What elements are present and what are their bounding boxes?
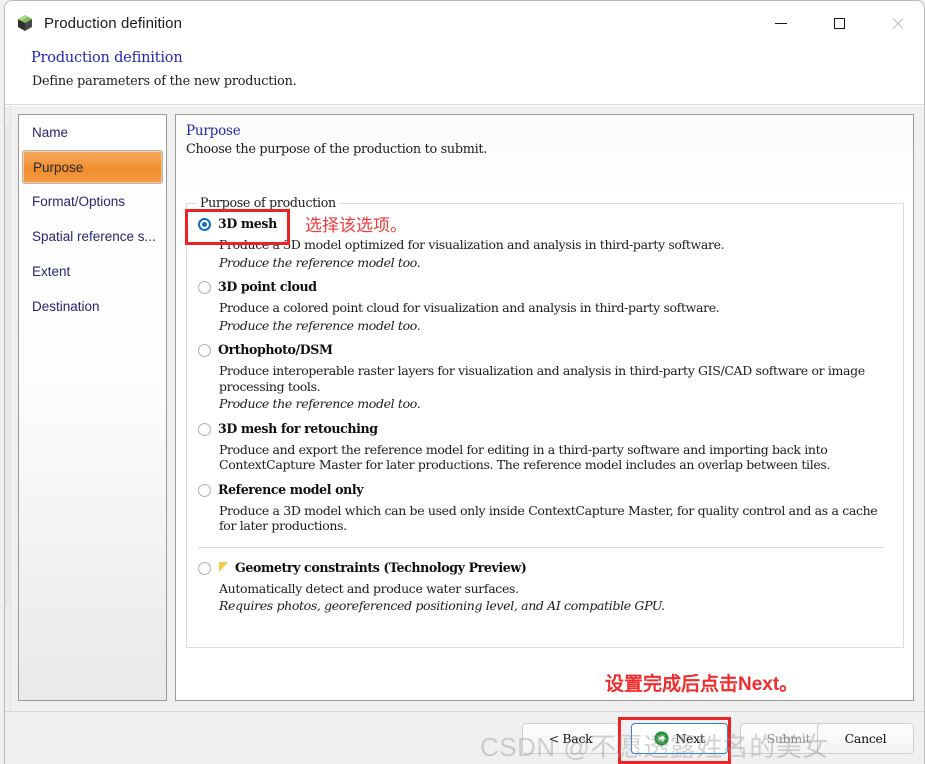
cancel-button-label: Cancel xyxy=(844,731,887,746)
flag-icon xyxy=(218,561,229,573)
option-header[interactable]: Reference model only xyxy=(198,482,894,500)
option-3d-mesh[interactable]: 3D mesh Produce a 3D model optimized for… xyxy=(198,216,894,270)
sidebar-item-label: Extent xyxy=(32,264,71,279)
cube-icon xyxy=(15,13,35,33)
group-legend: Purpose of production xyxy=(197,195,339,210)
option-header[interactable]: 3D point cloud xyxy=(198,279,894,297)
option-description: Produce a colored point cloud for visual… xyxy=(219,300,720,315)
arrow-right-icon xyxy=(654,731,669,746)
submit-button-label: Submit xyxy=(766,731,811,746)
option-description: Produce interoperable raster layers for … xyxy=(219,363,865,394)
window-title: Production definition xyxy=(44,14,183,32)
sidebar-item-format-options[interactable]: Format/Options xyxy=(19,184,166,219)
option-note: Produce the reference model too. xyxy=(219,254,421,270)
sidebar-item-label: Purpose xyxy=(33,159,84,175)
purpose-of-production-group: Purpose of production 3D mesh Produce a … xyxy=(186,195,904,648)
wizard-header: Production definition Define parameters … xyxy=(5,45,924,105)
minimize-button[interactable] xyxy=(752,1,810,45)
option-label: 3D mesh xyxy=(218,216,277,231)
option-3d-point-cloud[interactable]: 3D point cloud Produce a colored point c… xyxy=(198,279,894,333)
option-note: Produce the reference model too. xyxy=(219,317,421,333)
radio-geometry-constraints[interactable] xyxy=(198,561,211,575)
sidebar-item-destination[interactable]: Destination xyxy=(19,289,166,324)
option-description: Produce and export the reference model f… xyxy=(219,441,831,473)
sidebar-item-extent[interactable]: Extent xyxy=(19,254,166,289)
sidebar-item-name[interactable]: Name xyxy=(19,115,166,150)
maximize-button[interactable] xyxy=(810,1,868,45)
option-label: Geometry constraints (Technology Preview… xyxy=(235,559,527,575)
left-scroll-rail[interactable] xyxy=(5,106,11,711)
back-button[interactable]: < Back xyxy=(522,723,619,754)
option-label: Orthophoto/DSM xyxy=(218,342,333,357)
back-button-label: < Back xyxy=(548,731,593,746)
option-description: Produce a 3D model optimized for visuali… xyxy=(219,237,725,252)
panel-subtitle: Choose the purpose of the production to … xyxy=(186,142,487,157)
option-orthophoto-dsm[interactable]: Orthophoto/DSM Produce interoperable ras… xyxy=(198,342,894,412)
wizard-footer: < Back Next Submit Cancel xyxy=(5,711,924,764)
cancel-button[interactable]: Cancel xyxy=(817,723,914,754)
radio-3d-mesh[interactable] xyxy=(198,218,211,231)
screenshot-root: Production definition Production definit… xyxy=(0,0,925,764)
option-header[interactable]: Geometry constraints (Technology Preview… xyxy=(198,560,894,578)
option-header[interactable]: Orthophoto/DSM xyxy=(198,342,894,360)
option-header[interactable]: 3D mesh xyxy=(198,216,894,234)
sidebar-item-spatial-reference-system[interactable]: Spatial reference s... xyxy=(19,219,166,254)
wizard-header-title: Production definition xyxy=(31,50,183,66)
close-icon xyxy=(891,17,904,30)
option-label: 3D mesh for retouching xyxy=(218,420,378,436)
radio-3d-mesh-for-retouching[interactable] xyxy=(198,422,211,436)
maximize-icon xyxy=(833,17,845,29)
next-button[interactable]: Next xyxy=(631,723,728,754)
sidebar-item-label: Spatial reference s... xyxy=(32,229,156,244)
option-description: Produce a 3D model which can be used onl… xyxy=(219,502,878,534)
sidebar-item-label: Format/Options xyxy=(32,194,126,209)
option-separator xyxy=(198,546,884,548)
option-label: 3D point cloud xyxy=(218,279,317,294)
option-geometry-constraints[interactable]: Geometry constraints (Technology Preview… xyxy=(198,560,894,614)
purpose-radio-group: 3D mesh Produce a 3D model optimized for… xyxy=(198,216,894,614)
wizard-body: Name Purpose Format/Options Spatial refe… xyxy=(5,106,924,711)
option-note: Produce the reference model too. xyxy=(219,396,421,411)
option-label: Reference model only xyxy=(218,481,364,497)
option-note: Requires photos, georeferenced positioni… xyxy=(219,598,665,613)
option-reference-model-only[interactable]: Reference model only Produce a 3D model … xyxy=(198,482,894,534)
radio-reference-model-only[interactable] xyxy=(198,483,211,497)
option-description: Automatically detect and produce water s… xyxy=(219,580,519,596)
minimize-icon xyxy=(775,22,787,24)
next-button-label: Next xyxy=(675,731,705,746)
purpose-panel: Purpose Choose the purpose of the produc… xyxy=(175,114,914,701)
title-bar: Production definition xyxy=(5,1,924,45)
wizard-header-subtitle: Define parameters of the new production. xyxy=(32,74,297,89)
window-controls xyxy=(752,1,924,45)
wizard-step-list: Name Purpose Format/Options Spatial refe… xyxy=(18,114,167,701)
sidebar-item-purpose[interactable]: Purpose xyxy=(22,150,163,184)
sidebar-item-label: Destination xyxy=(32,299,100,314)
radio-orthophoto-dsm[interactable] xyxy=(198,344,211,357)
production-definition-window: Production definition Production definit… xyxy=(4,0,925,764)
panel-title: Purpose xyxy=(186,123,241,139)
option-3d-mesh-for-retouching[interactable]: 3D mesh for retouching Produce and expor… xyxy=(198,421,894,473)
option-header[interactable]: 3D mesh for retouching xyxy=(198,421,894,439)
radio-3d-point-cloud[interactable] xyxy=(198,281,211,294)
close-button[interactable] xyxy=(868,1,924,45)
sidebar-item-label: Name xyxy=(32,125,69,140)
scroll-thumb[interactable] xyxy=(5,126,10,606)
